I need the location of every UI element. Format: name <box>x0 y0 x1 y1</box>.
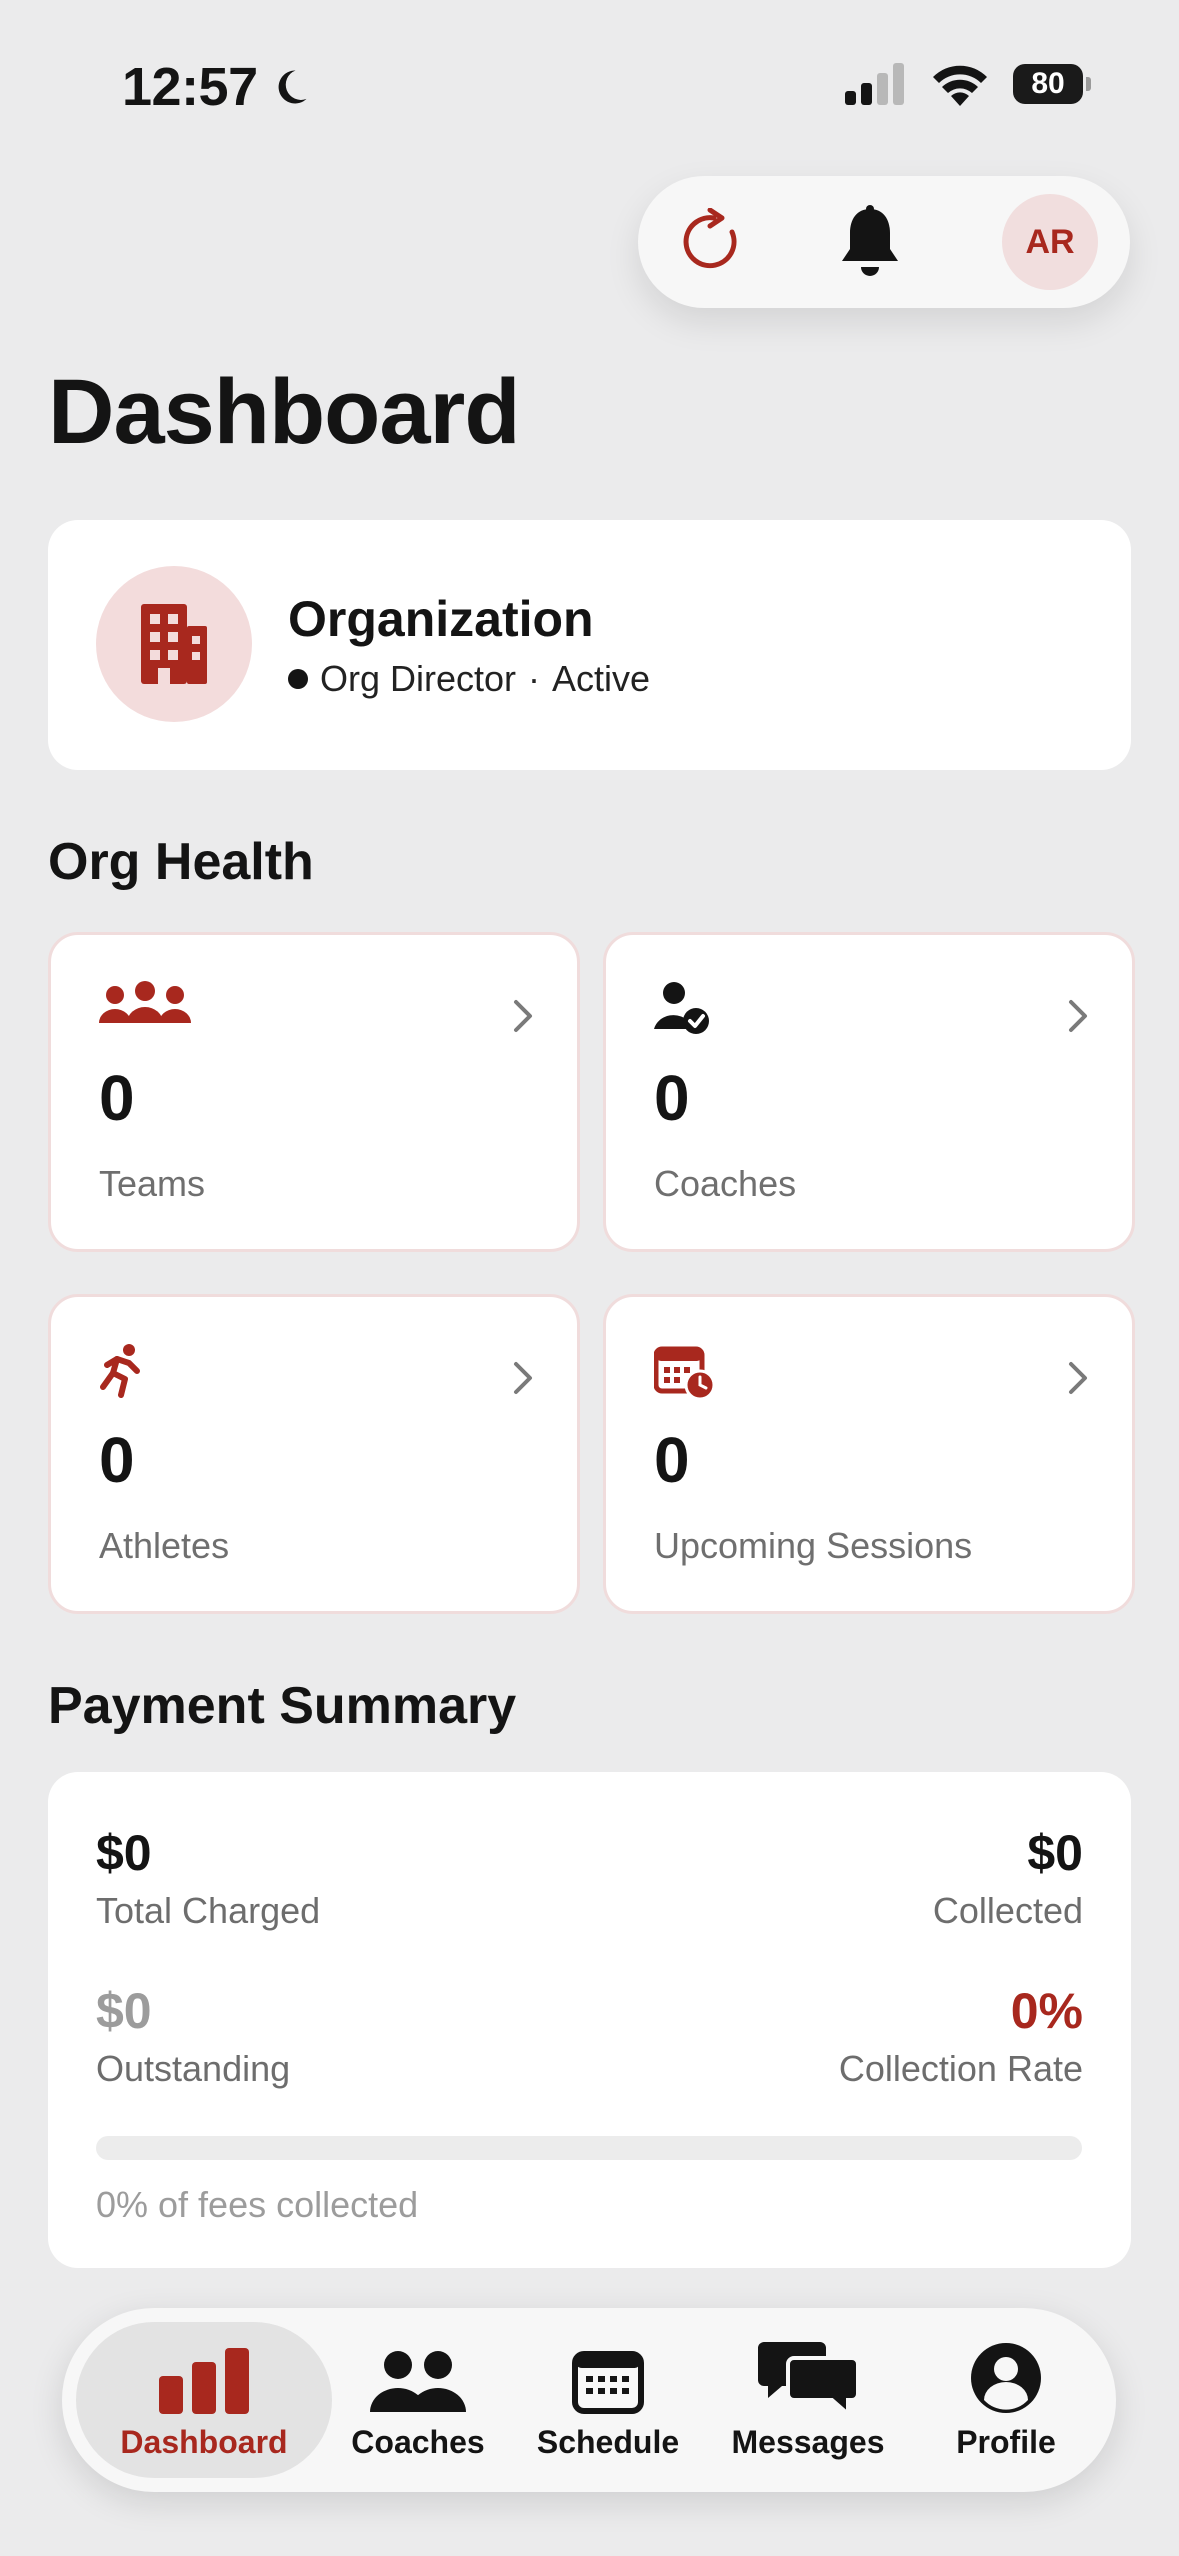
coaches-label: Coaches <box>654 1163 797 1204</box>
collection-rate-label: Collection Rate <box>838 2048 1083 2089</box>
tab-messages[interactable]: Messages <box>708 2322 908 2478</box>
moon-icon <box>278 70 307 104</box>
header-action-pill: AR <box>638 176 1130 308</box>
payment-summary-card: $0 Total Charged $0 Collected $0 Outstan… <box>48 1772 1131 2268</box>
total-charged-label: Total Charged <box>96 1890 321 1931</box>
stat-card-coaches[interactable]: 0 Coaches <box>603 932 1135 1252</box>
teams-count: 0 <box>99 1062 135 1134</box>
collected-label: Collected <box>932 1890 1083 1931</box>
organization-role: Org Director <box>320 658 517 699</box>
battery-indicator: 80 <box>1013 64 1091 104</box>
bar-chart-icon <box>159 2347 249 2414</box>
fees-progress-caption: 0% of fees collected <box>96 2184 419 2225</box>
cellular-signal-icon <box>845 63 904 105</box>
status-bar-time: 12:57 <box>122 56 312 118</box>
tab-coaches[interactable]: Coaches <box>328 2322 508 2478</box>
avatar-initials: AR <box>1025 222 1075 261</box>
organization-icon-container <box>96 566 252 722</box>
calendar-clock-icon <box>654 1346 716 1401</box>
stat-card-athletes[interactable]: 0 Athletes <box>48 1294 580 1614</box>
refresh-button[interactable] <box>672 200 756 284</box>
coaches-count: 0 <box>654 1062 690 1134</box>
page-title: Dashboard <box>48 361 521 463</box>
chat-bubbles-icon <box>758 2341 858 2414</box>
chevron-right-icon <box>1069 1362 1087 1394</box>
organization-name: Organization <box>288 591 594 647</box>
battery-level: 80 <box>1031 67 1065 100</box>
tab-label: Messages <box>731 2423 885 2460</box>
tab-label: Dashboard <box>120 2423 288 2460</box>
calendar-icon <box>572 2350 644 2414</box>
athletes-count: 0 <box>99 1424 135 1496</box>
tab-schedule[interactable]: Schedule <box>518 2322 698 2478</box>
outstanding-value: $0 <box>96 1983 152 2039</box>
bell-icon <box>842 205 898 276</box>
running-athlete-icon <box>100 1344 140 1398</box>
bottom-tab-bar: Dashboard Coaches Schedule Messages Prof… <box>62 2308 1116 2492</box>
refresh-icon <box>683 208 737 269</box>
user-avatar-button[interactable]: AR <box>1002 194 1098 290</box>
office-building-icon <box>141 604 207 684</box>
upcoming-sessions-count: 0 <box>654 1424 690 1496</box>
tab-dashboard[interactable]: Dashboard <box>76 2322 332 2478</box>
tab-label: Profile <box>956 2423 1056 2460</box>
upcoming-sessions-label: Upcoming Sessions <box>654 1525 973 1566</box>
coach-badge-icon <box>654 982 709 1034</box>
total-charged-value: $0 <box>96 1825 152 1881</box>
status-bar-indicators: 80 <box>845 62 1091 106</box>
collected-value: $0 <box>1027 1825 1083 1881</box>
chevron-right-icon <box>514 1362 532 1394</box>
payment-summary-heading: Payment Summary <box>48 1677 517 1735</box>
outstanding-label: Outstanding <box>96 2048 291 2089</box>
status-dot <box>288 669 308 689</box>
tab-label: Coaches <box>351 2423 485 2460</box>
people-icon <box>370 2350 466 2412</box>
tab-profile[interactable]: Profile <box>916 2322 1096 2478</box>
person-circle-icon <box>971 2342 1041 2413</box>
fees-progress-bar <box>96 2136 1082 2160</box>
chevron-right-icon <box>514 1000 532 1032</box>
organization-status: Active <box>552 658 651 699</box>
wifi-icon <box>933 65 987 106</box>
role-separator: · <box>528 658 541 699</box>
organization-card[interactable]: Organization Org Director · Active <box>48 520 1131 770</box>
athletes-label: Athletes <box>99 1525 230 1566</box>
stat-card-upcoming-sessions[interactable]: 0 Upcoming Sessions <box>603 1294 1135 1614</box>
org-health-heading: Org Health <box>48 833 314 891</box>
notifications-button[interactable] <box>828 200 912 284</box>
organization-role-line: Org Director · Active <box>288 658 650 700</box>
stat-card-teams[interactable]: 0 Teams <box>48 932 580 1252</box>
collection-rate-value: 0% <box>1010 1983 1083 2039</box>
tab-label: Schedule <box>536 2423 680 2460</box>
chevron-right-icon <box>1069 1000 1087 1032</box>
time-label: 12:57 <box>122 57 258 117</box>
teams-label: Teams <box>99 1163 206 1204</box>
team-icon <box>99 981 191 1023</box>
